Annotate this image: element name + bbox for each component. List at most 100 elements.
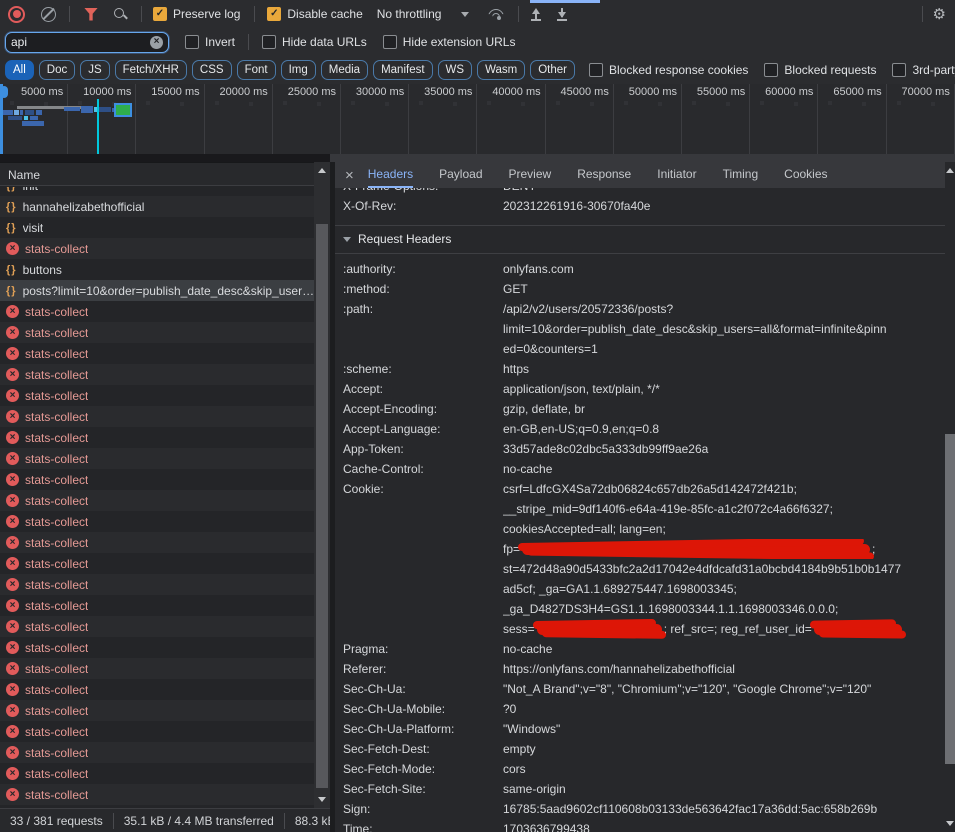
- request-row[interactable]: ×stats-collect: [0, 658, 314, 679]
- request-row[interactable]: ×stats-collect: [0, 763, 314, 784]
- import-har-icon[interactable]: [529, 7, 543, 21]
- header-value: /api2/v2/users/20572336/posts?limit=10&o…: [503, 299, 945, 359]
- request-row[interactable]: ×stats-collect: [0, 469, 314, 490]
- type-chip-manifest[interactable]: Manifest: [373, 60, 432, 80]
- request-row[interactable]: {}visit: [0, 217, 314, 238]
- json-icon: {}: [6, 222, 17, 234]
- header-value: "Windows": [503, 719, 945, 739]
- request-row[interactable]: ×stats-collect: [0, 721, 314, 742]
- request-row[interactable]: ×stats-collect: [0, 364, 314, 385]
- hide-extension-urls-checkbox[interactable]: [383, 35, 397, 49]
- error-icon: ×: [6, 452, 19, 465]
- tab-payload[interactable]: Payload: [439, 162, 482, 188]
- overview-scrollbar[interactable]: [0, 154, 955, 162]
- filter-input[interactable]: api ×: [5, 32, 169, 53]
- scroll-up-icon[interactable]: [946, 168, 954, 173]
- request-row[interactable]: ×stats-collect: [0, 511, 314, 532]
- request-row[interactable]: ×stats-collect: [0, 574, 314, 595]
- overview-scrollbar-thumb[interactable]: [330, 154, 955, 162]
- request-row[interactable]: ×stats-collect: [0, 595, 314, 616]
- divider: [254, 6, 255, 22]
- request-row[interactable]: ×stats-collect: [0, 784, 314, 805]
- header-value-line: ad5cf; _ga=GA1.1.689275447.1698003345;: [503, 579, 945, 599]
- request-row[interactable]: {}buttons: [0, 259, 314, 280]
- details-scrollbar[interactable]: [945, 162, 955, 832]
- hide-data-urls-checkbox[interactable]: [262, 35, 276, 49]
- type-chip-media[interactable]: Media: [321, 60, 368, 80]
- request-row[interactable]: ×stats-collect: [0, 532, 314, 553]
- scrollbar-thumb[interactable]: [945, 434, 955, 764]
- scroll-down-icon[interactable]: [946, 821, 954, 826]
- type-chip-other[interactable]: Other: [530, 60, 575, 80]
- timeline-column: 30000 ms: [341, 84, 409, 154]
- timeline-column: 20000 ms: [205, 84, 273, 154]
- error-icon: ×: [6, 431, 19, 444]
- invert-checkbox[interactable]: [185, 35, 199, 49]
- disable-cache-checkbox[interactable]: ✓: [267, 7, 281, 21]
- clear-filter-icon[interactable]: ×: [150, 36, 163, 49]
- scrollbar-thumb[interactable]: [316, 224, 328, 788]
- tab-response[interactable]: Response: [577, 162, 631, 188]
- request-row[interactable]: {}init: [0, 187, 314, 196]
- request-row[interactable]: ×stats-collect: [0, 385, 314, 406]
- request-name: init: [23, 187, 38, 193]
- request-row[interactable]: ×stats-collect: [0, 301, 314, 322]
- chevron-down-icon[interactable]: [461, 12, 469, 17]
- request-row[interactable]: ×stats-collect: [0, 448, 314, 469]
- type-chip-css[interactable]: CSS: [192, 60, 232, 80]
- type-chip-doc[interactable]: Doc: [39, 60, 75, 80]
- tab-preview[interactable]: Preview: [509, 162, 552, 188]
- scroll-down-icon[interactable]: [318, 797, 326, 802]
- checkbox-3rd-party-requests[interactable]: [892, 63, 906, 77]
- request-row[interactable]: ×stats-collect: [0, 343, 314, 364]
- request-row[interactable]: ×stats-collect: [0, 406, 314, 427]
- request-list-scrollbar[interactable]: [314, 162, 330, 808]
- type-chip-fetch-xhr[interactable]: Fetch/XHR: [115, 60, 187, 80]
- header-row: Sec-Fetch-Mode:cors: [335, 759, 945, 779]
- record-icon[interactable]: [8, 6, 25, 23]
- request-name: stats-collect: [25, 683, 88, 697]
- type-chip-wasm[interactable]: Wasm: [477, 60, 525, 80]
- filter-funnel-icon[interactable]: [84, 8, 98, 21]
- checkbox-blocked-requests[interactable]: [764, 63, 778, 77]
- clear-icon[interactable]: [41, 7, 56, 22]
- request-row[interactable]: ×stats-collect: [0, 238, 314, 259]
- request-row[interactable]: {}posts?limit=10&order=publish_date_desc…: [0, 280, 314, 301]
- type-chip-ws[interactable]: WS: [438, 60, 473, 80]
- name-column-header[interactable]: Name: [0, 162, 314, 186]
- network-overview[interactable]: 5000 ms10000 ms15000 ms20000 ms25000 ms3…: [0, 84, 955, 162]
- request-headers-section[interactable]: Request Headers: [335, 225, 945, 254]
- export-har-icon[interactable]: [555, 7, 569, 21]
- header-row: :authority:onlyfans.com: [335, 259, 945, 279]
- request-row[interactable]: ×stats-collect: [0, 490, 314, 511]
- tab-initiator[interactable]: Initiator: [657, 162, 696, 188]
- checkbox-blocked-response-cookies[interactable]: [589, 63, 603, 77]
- request-row[interactable]: {}hannahelizabethofficial: [0, 196, 314, 217]
- tab-cookies[interactable]: Cookies: [784, 162, 827, 188]
- scroll-up-icon[interactable]: [318, 168, 326, 173]
- request-row[interactable]: ×stats-collect: [0, 679, 314, 700]
- request-row[interactable]: ×stats-collect: [0, 742, 314, 763]
- type-chip-js[interactable]: JS: [80, 60, 109, 80]
- tab-timing[interactable]: Timing: [723, 162, 759, 188]
- preserve-log-checkbox[interactable]: ✓: [153, 7, 167, 21]
- request-row[interactable]: ×stats-collect: [0, 637, 314, 658]
- requests-count: 33 / 381 requests: [10, 814, 103, 828]
- request-row[interactable]: ×stats-collect: [0, 322, 314, 343]
- type-chip-img[interactable]: Img: [281, 60, 316, 80]
- error-icon: ×: [6, 620, 19, 633]
- tab-headers[interactable]: Headers: [368, 162, 413, 188]
- request-row[interactable]: ×stats-collect: [0, 553, 314, 574]
- waterfall-mark: [8, 116, 22, 120]
- type-chip-all[interactable]: All: [5, 60, 34, 80]
- settings-gear-icon[interactable]: ⚙: [933, 7, 946, 22]
- type-chip-font[interactable]: Font: [237, 60, 276, 80]
- request-row[interactable]: ×stats-collect: [0, 616, 314, 637]
- request-row[interactable]: ×stats-collect: [0, 700, 314, 721]
- request-row[interactable]: ×stats-collect: [0, 427, 314, 448]
- close-icon[interactable]: ×: [345, 168, 354, 183]
- header-row: X-Frame-Options:DENY: [335, 188, 945, 196]
- throttling-select[interactable]: No throttling: [377, 7, 442, 21]
- search-icon[interactable]: [113, 7, 128, 22]
- network-conditions-icon[interactable]: [487, 7, 505, 21]
